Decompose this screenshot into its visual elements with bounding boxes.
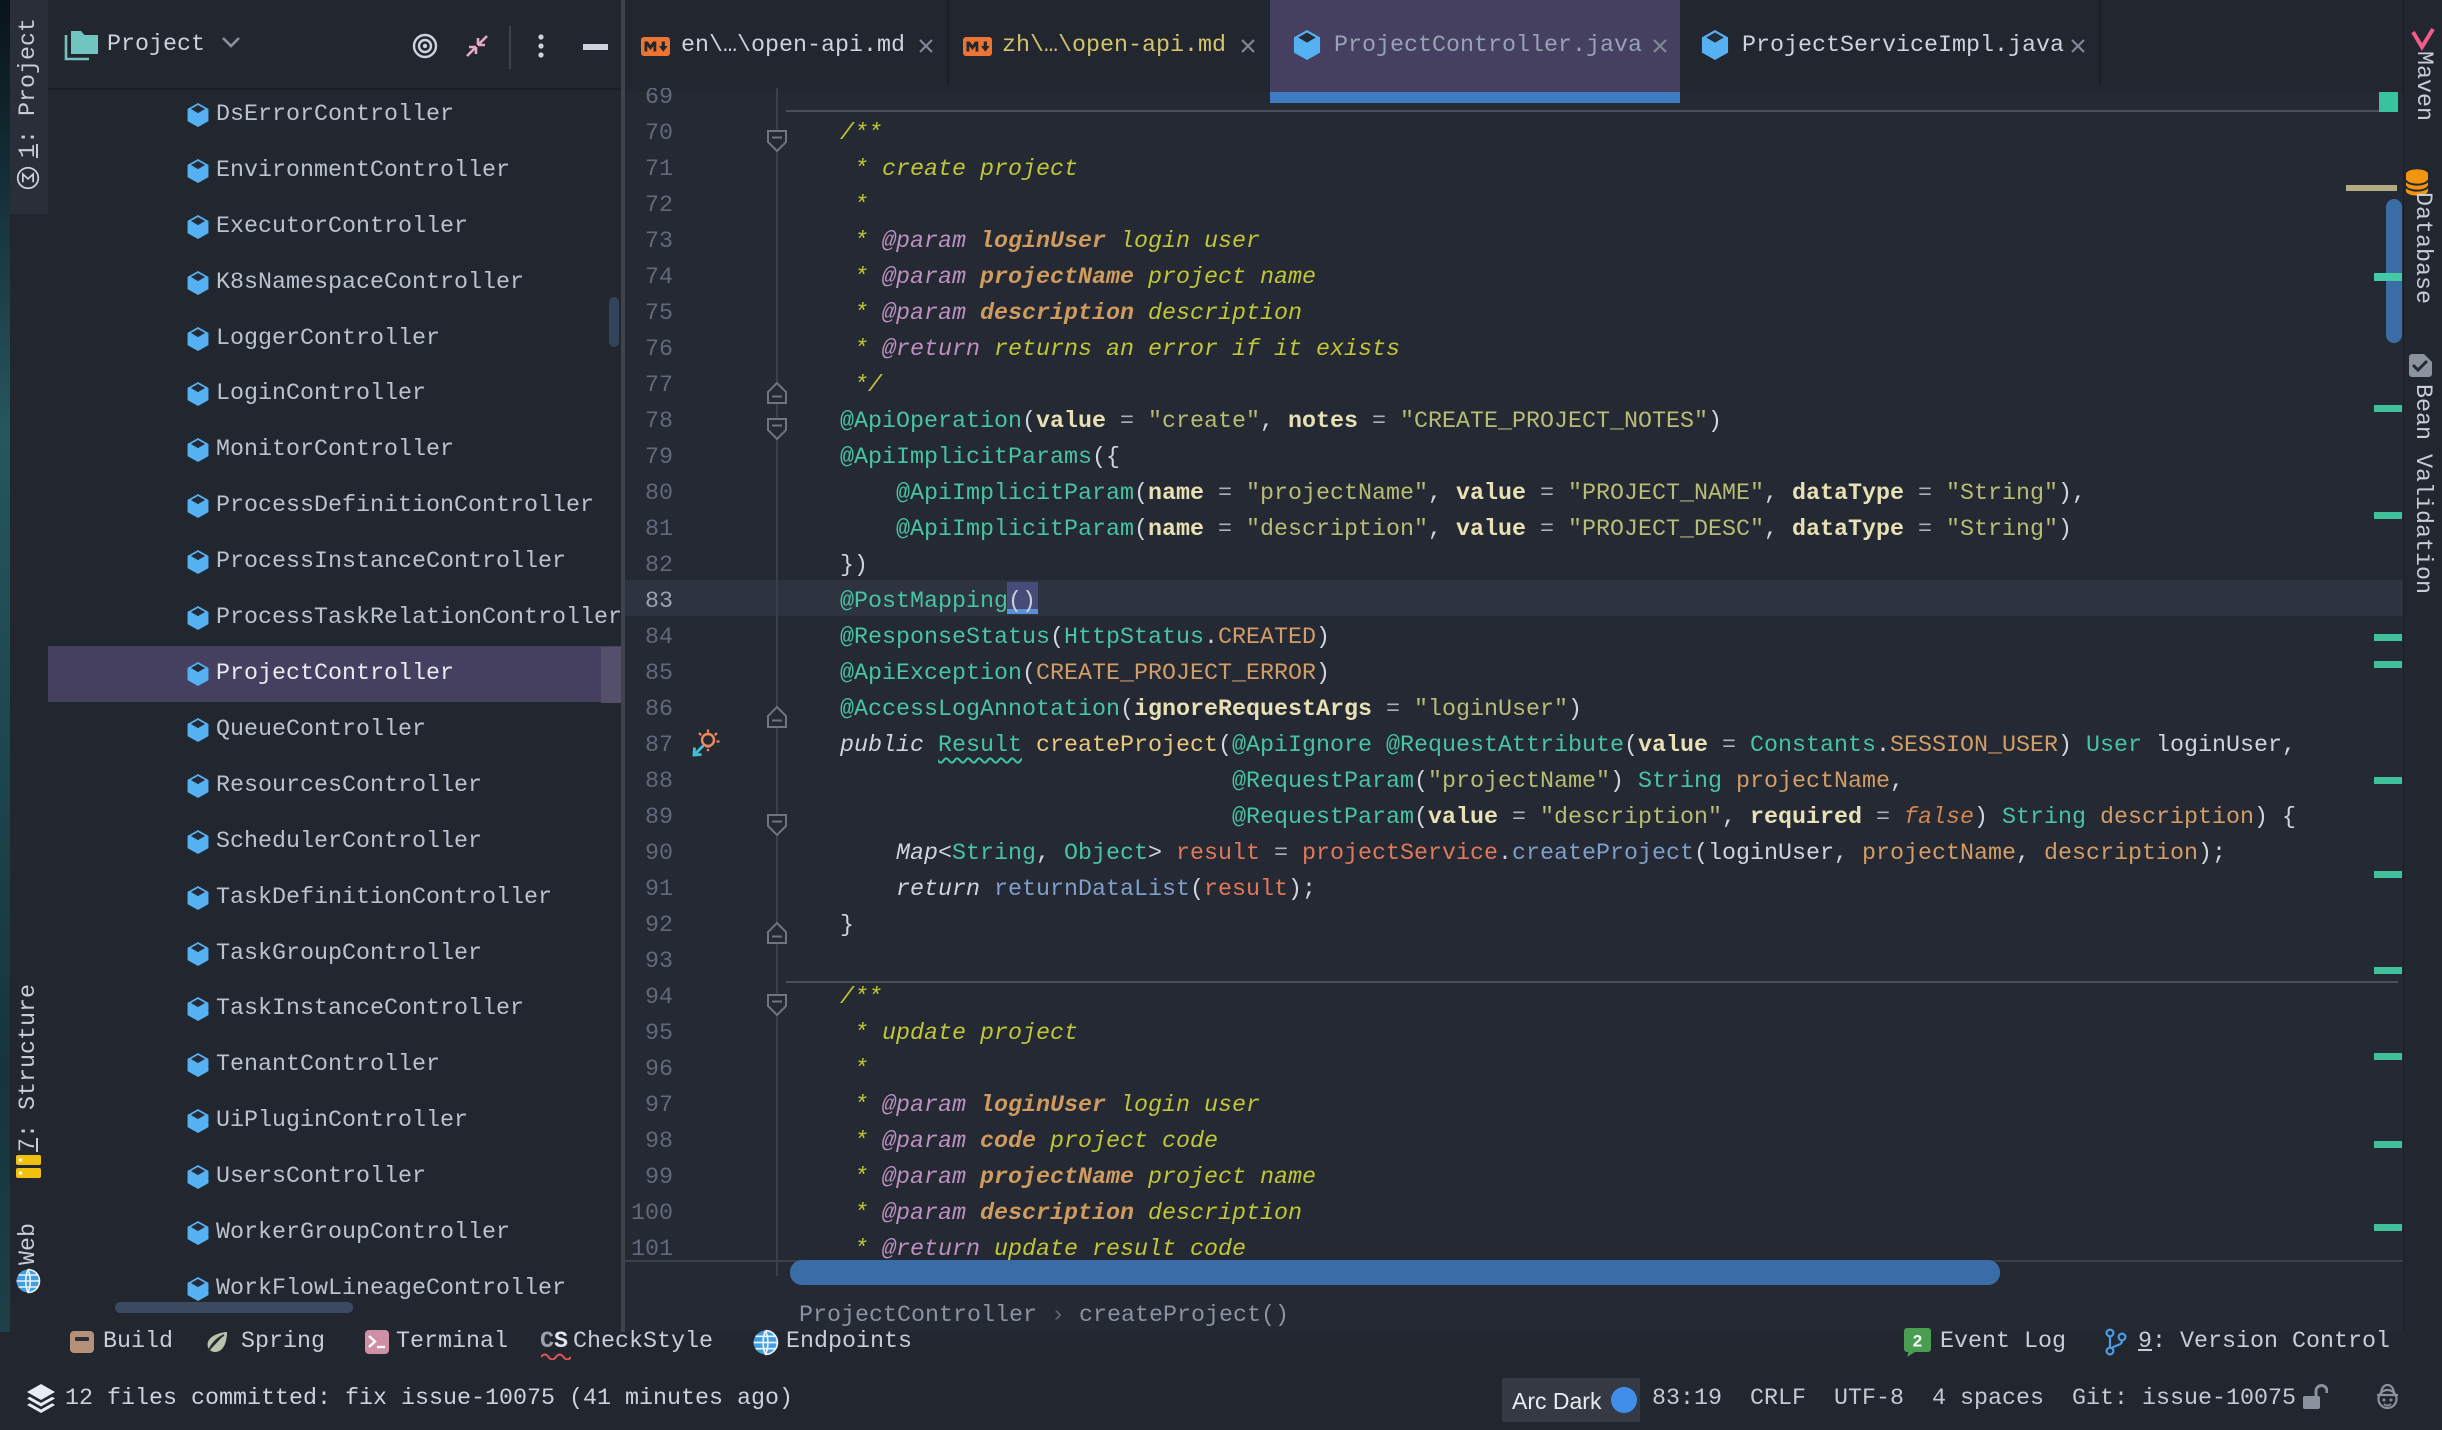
svg-text:2: 2	[1913, 1332, 1922, 1351]
